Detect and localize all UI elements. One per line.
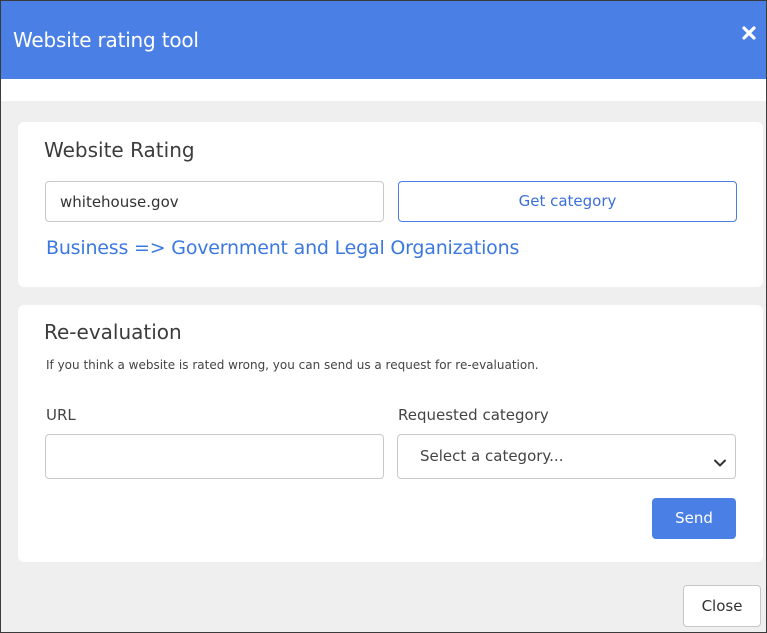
header-spacer	[1, 79, 766, 101]
dialog-titlebar: Website rating tool	[1, 1, 766, 79]
close-icon[interactable]	[739, 23, 759, 43]
website-rating-card: Website Rating Get category Business => …	[18, 122, 763, 287]
website-rating-heading: Website Rating	[44, 138, 195, 162]
reevaluation-card: Re-evaluation If you think a website is …	[18, 305, 763, 562]
reevaluation-description: If you think a website is rated wrong, y…	[46, 358, 539, 372]
category-select-value: Select a category...	[420, 447, 564, 465]
reevaluation-heading: Re-evaluation	[44, 320, 182, 344]
get-category-button[interactable]: Get category	[398, 181, 737, 222]
url-label: URL	[46, 406, 76, 424]
domain-input[interactable]	[45, 181, 384, 222]
url-input[interactable]	[45, 434, 384, 479]
category-result: Business => Government and Legal Organiz…	[46, 237, 520, 259]
website-rating-dialog: Website rating tool Website Rating Get c…	[0, 0, 767, 633]
chevron-down-icon	[714, 453, 726, 467]
requested-category-label: Requested category	[398, 406, 549, 424]
category-select[interactable]: Select a category...	[397, 434, 736, 479]
close-button[interactable]: Close	[683, 585, 761, 627]
dialog-title: Website rating tool	[13, 28, 199, 52]
send-button[interactable]: Send	[652, 498, 736, 539]
